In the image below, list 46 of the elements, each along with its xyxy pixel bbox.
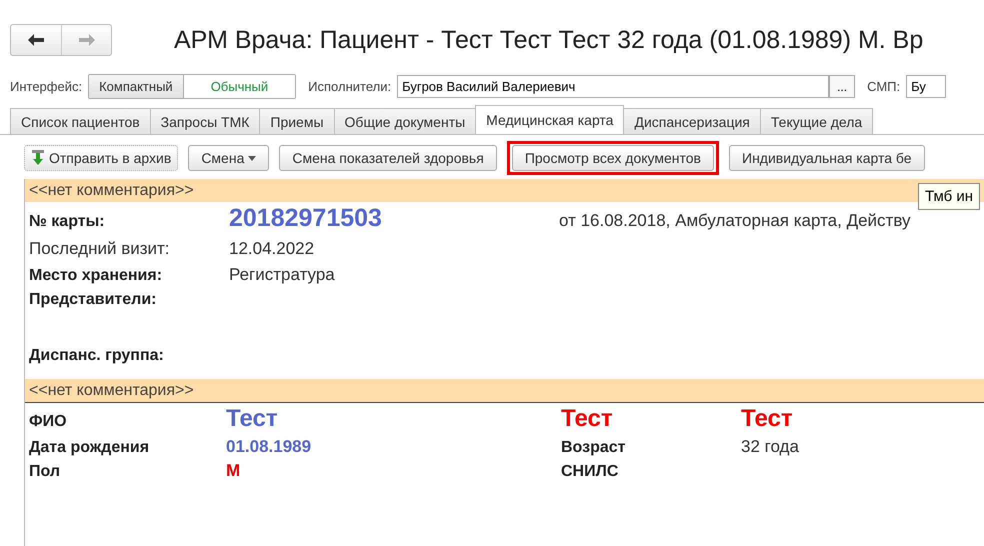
field-label: № карты: [29, 213, 106, 231]
select-button[interactable]: ... [829, 75, 856, 98]
change-dropdown-button[interactable]: Смена [188, 145, 270, 171]
name-part: Тест [226, 405, 279, 433]
sex-value: М [226, 461, 242, 481]
tab[interactable]: Общие документы [334, 108, 476, 134]
age-value: 32 года [741, 437, 800, 457]
birth-date: 01.08.1989 [226, 437, 312, 457]
toolbar-button[interactable]: Смена показателей здоровья [279, 145, 497, 171]
field-label: Дата рождения [29, 439, 150, 457]
tooltip: Тмб ин [918, 183, 980, 210]
caret-icon [248, 156, 256, 160]
name-part: Тест [561, 405, 614, 433]
interface-option[interactable]: Обычный [182, 75, 296, 98]
card-details: от 16.08.2018, Амбулаторная карта, Действу [559, 211, 912, 231]
smp-label: СМП: [867, 79, 900, 94]
card-number: 20182971503 [229, 204, 383, 233]
tab[interactable]: Запросы ТМК [150, 108, 260, 134]
comment-bar: <<нет комментария>> [25, 379, 984, 403]
field-label: Представители: [29, 291, 158, 309]
field-label: Возраст [561, 439, 626, 457]
field-label: Место хранения: [29, 267, 164, 285]
field-label: ФИО [29, 413, 68, 431]
smp-field[interactable]: Бу [906, 75, 946, 98]
field-label: СНИЛС [561, 463, 620, 481]
interface-option[interactable]: Компактный [89, 75, 183, 98]
toolbar-button[interactable]: Просмотр всех документов [512, 145, 714, 171]
download-arrow-icon [31, 150, 45, 166]
field-label: Диспанс. группа: [29, 347, 165, 365]
tab[interactable]: Текущие дела [760, 108, 874, 134]
right-arrow-icon [78, 34, 94, 46]
performers-label: Исполнители: [308, 79, 392, 94]
interface-label: Интерфейс: [10, 79, 82, 94]
performers-field[interactable]: Бугров Василий Валериевич [397, 75, 830, 98]
field-value: Регистратура [229, 265, 336, 285]
send-to-archive-button[interactable]: Отправить в архив [24, 145, 178, 171]
tab[interactable]: Приемы [259, 108, 335, 134]
field-value: 12.04.2022 [229, 239, 316, 259]
name-part: Тест [741, 405, 794, 433]
toolbar-button[interactable]: Индивидуальная карта бе [729, 145, 925, 171]
tab[interactable]: Список пациентов [10, 108, 151, 134]
field-label: Пол [29, 463, 62, 481]
tab[interactable]: Диспансеризация [623, 108, 761, 134]
field-label: Последний визит: [29, 239, 171, 259]
window-title: АРМ Врача: Пациент - Тест Тест Тест 32 года (01.08.1989) М. Вр [174, 26, 924, 54]
left-arrow-icon [28, 34, 44, 46]
